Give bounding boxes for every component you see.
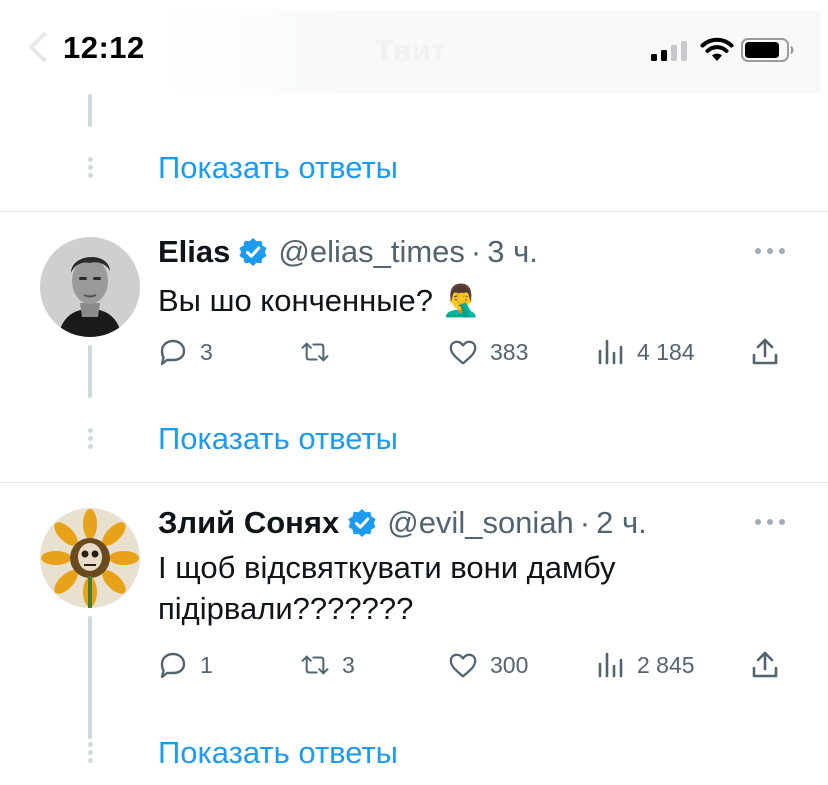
avatar[interactable] [40,237,140,337]
more-options-icon[interactable] [755,519,785,529]
views-button[interactable]: 2 845 [595,645,695,685]
views-chart-icon [598,339,623,365]
views-button[interactable]: 4 184 [595,332,695,372]
share-icon [752,651,778,678]
tweet-text-content: Вы шо конченные? [158,283,433,318]
heart-icon [449,653,477,678]
reply-icon [160,339,186,366]
like-button[interactable]: 300 [448,645,528,685]
verified-badge-icon [348,509,376,537]
tweet-header: Злий Сонях @evil_soniah · 2 ч. [158,503,647,543]
like-button[interactable]: 383 [448,332,528,372]
reply-count: 1 [200,651,213,678]
retweet-count: 3 [342,651,355,678]
tweet-header: Elias @elias_times · 3 ч. [158,232,538,272]
reply-button[interactable]: 3 [158,332,213,372]
retweet-button[interactable]: 3 [300,645,355,685]
thread-dots-icon [86,742,94,766]
facepalm-emoji: 🤦‍♂️ [441,283,481,318]
status-bar: Твит 12:12 [0,0,828,96]
like-count: 383 [490,338,529,365]
back-icon[interactable] [28,31,60,63]
more-options-icon[interactable] [755,248,785,258]
show-replies-link[interactable]: Показать ответы [158,421,398,457]
signal-icon [651,41,687,61]
author-handle[interactable]: @evil_soniah [387,505,574,541]
share-icon [752,338,778,365]
reply-icon [160,652,186,679]
reply-count: 3 [200,338,213,365]
verified-badge-icon [239,238,267,266]
separator: · [579,505,591,540]
author-handle[interactable]: @elias_times [278,234,465,270]
share-button[interactable] [750,645,780,685]
tweet-time[interactable]: 2 ч. [596,505,647,541]
thread-dots-icon [86,428,94,452]
tweet-actions: 3 383 4 184 [158,332,798,372]
author-name[interactable]: Злий Сонях [158,505,339,541]
tweet-text: І щоб відсвяткувати вони дамбу підірвали… [158,550,616,626]
views-chart-icon [598,652,623,678]
nav-title: Твит [375,33,447,68]
wifi-icon [700,37,734,61]
separator: · [470,234,482,269]
tweet-time[interactable]: 3 ч. [487,234,538,270]
thread-line [88,616,92,739]
battery-icon [741,38,794,62]
reply-tweet[interactable]: Elias @elias_times · 3 ч. Вы шо конченны… [0,212,828,482]
retweet-button[interactable] [300,332,342,372]
retweet-icon [301,342,329,362]
tweet-text: Вы шо конченные? 🤦‍♂️ [158,280,778,321]
views-count: 4 184 [637,338,695,365]
reply-button[interactable]: 1 [158,645,213,685]
thread-dots-icon [86,157,94,181]
retweet-icon [301,655,329,675]
thread-line [88,94,92,127]
views-count: 2 845 [637,651,695,678]
like-count: 300 [490,651,529,678]
status-time: 12:12 [63,30,145,65]
author-name[interactable]: Elias [158,234,230,270]
avatar-sunflower-skull-icon [40,508,140,608]
avatar[interactable] [40,508,140,608]
tweet-actions: 1 3 300 2 845 [158,645,798,685]
thread-line [88,345,92,398]
show-replies-link[interactable]: Показать ответы [158,735,398,771]
reply-tweet[interactable]: Злий Сонях @evil_soniah · 2 ч. І щоб від… [0,483,828,785]
show-replies-link[interactable]: Показать ответы [158,150,398,186]
avatar-portrait-icon [40,237,140,337]
share-button[interactable] [750,332,780,372]
heart-icon [449,340,477,365]
